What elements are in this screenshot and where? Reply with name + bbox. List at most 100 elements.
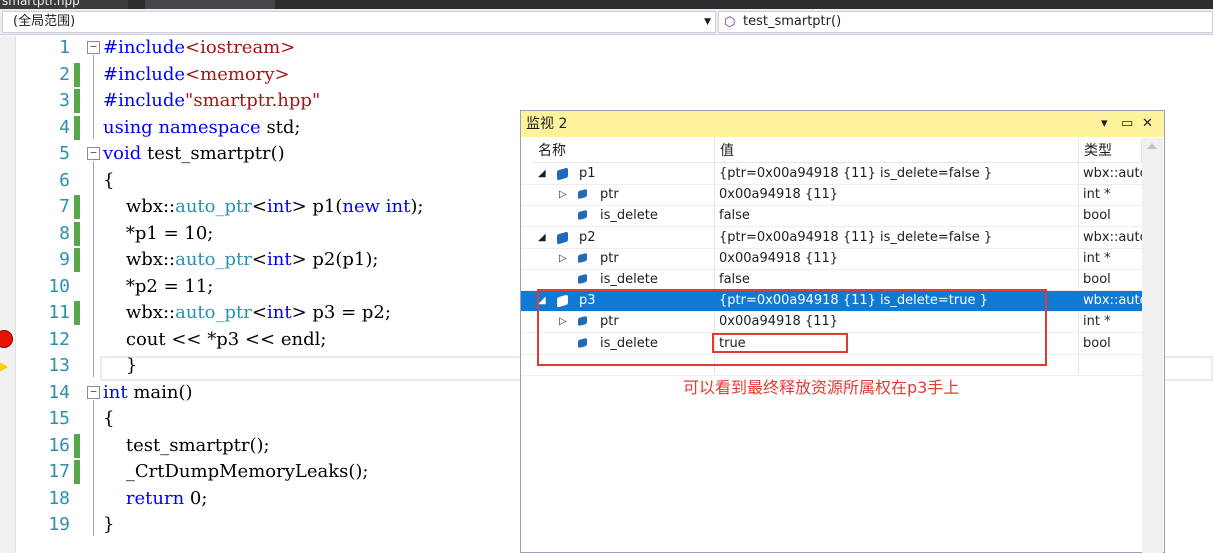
variable-icon (578, 188, 587, 200)
dropdown-icon[interactable]: ▾ (1101, 115, 1108, 133)
line-number: 3 (59, 90, 70, 111)
code-token: *p2 = 11; (103, 275, 214, 297)
code-line[interactable]: { (103, 168, 114, 194)
line-number: 9 (59, 249, 70, 270)
watch-value[interactable]: 0x00a94918 {11} (719, 249, 1074, 270)
watch-window-title-bar[interactable]: 监视 2 ▾ ▭ ✕ (521, 111, 1164, 137)
code-token: int (103, 381, 128, 403)
fold-guide-line (93, 55, 94, 139)
maximize-icon[interactable]: ▭ (1121, 115, 1133, 133)
code-line[interactable]: { (103, 406, 114, 432)
watch-type: bool (1083, 272, 1111, 287)
line-number: 14 (48, 381, 70, 403)
watch-row[interactable]: ◢ p1 {ptr=0x00a94918 {11} is_delete=false … (521, 164, 1142, 185)
column-header-type[interactable]: 类型 (1079, 139, 1142, 163)
watch-value[interactable]: {ptr=0x00a94918 {11} is_delete=false } (719, 164, 1074, 185)
change-marker (74, 460, 80, 484)
fold-toggle-icon[interactable]: − (87, 41, 100, 54)
code-line[interactable]: #include<iostream> (103, 35, 295, 61)
watch-row[interactable]: ◢ p2 {ptr=0x00a94918 {11} is_delete=false … (521, 228, 1142, 249)
line-number: 2 (59, 63, 70, 85)
watch-value[interactable]: {ptr=0x00a94918 {11} is_delete=false } (719, 228, 1074, 249)
code-token: 0; (184, 487, 208, 509)
line-number: 17 (48, 461, 70, 482)
expand-arrow-icon[interactable]: ▷ (559, 185, 567, 205)
variable-icon (578, 210, 587, 221)
watch-row[interactable]: is_delete false bool (521, 206, 1142, 228)
code-token: } (103, 514, 115, 535)
fold-toggle-icon[interactable]: − (87, 385, 100, 399)
change-marker (74, 248, 80, 272)
code-line[interactable]: wbx::auto_ptr<int> p2(p1); (103, 247, 379, 273)
code-line[interactable]: _CrtDumpMemoryLeaks(); (103, 459, 369, 485)
collapse-arrow-icon[interactable]: ◢ (538, 228, 546, 248)
close-icon[interactable]: ✕ (1142, 115, 1153, 133)
code-line[interactable]: #include"smartptr.hpp" (103, 88, 320, 114)
line-number: 19 (48, 514, 70, 535)
indicator-margin[interactable] (0, 36, 16, 553)
watch-type: int * (1083, 187, 1111, 203)
breakpoint-icon[interactable] (0, 330, 13, 348)
code-line[interactable]: cout << *p3 << endl; (103, 327, 327, 353)
line-number: 13 (48, 355, 70, 376)
code-line[interactable]: int main() (103, 380, 193, 406)
code-token: #include (103, 90, 186, 111)
change-marker (74, 62, 80, 87)
code-token: int (266, 249, 292, 270)
column-header-value[interactable]: 值 (715, 139, 1079, 163)
line-number: 1 (59, 37, 70, 58)
code-line[interactable]: #include<memory> (103, 62, 290, 88)
column-header-name[interactable]: 名称 (533, 139, 715, 163)
watch-row[interactable]: is_delete false bool (521, 270, 1142, 291)
code-token: cout << *p3 << endl; (103, 328, 327, 350)
function-dropdown-value: test_smartptr() (743, 14, 842, 29)
change-marker (74, 221, 80, 246)
vertical-scrollbar[interactable] (1142, 138, 1163, 553)
line-number: 8 (59, 222, 70, 244)
watch-row[interactable]: ▷ ptr 0x00a94918 {11} int * (521, 185, 1142, 207)
code-token: *p1 = 10; (103, 222, 214, 244)
expand-arrow-icon[interactable]: ▷ (559, 249, 567, 269)
tab-second[interactable] (145, 0, 275, 9)
scroll-up-icon[interactable] (1147, 143, 1157, 149)
code-token: < (251, 196, 267, 217)
code-token: #include (103, 63, 186, 85)
code-line[interactable]: test_smartptr(); (103, 433, 270, 459)
fold-toggle-icon[interactable]: − (87, 147, 100, 160)
watch-window-title: 监视 2 (526, 116, 568, 132)
line-number: 11 (48, 302, 70, 323)
code-token: main() (127, 381, 193, 403)
code-line[interactable]: } (103, 512, 114, 538)
code-line[interactable]: wbx::auto_ptr<int> p3 = p2; (103, 300, 391, 326)
tab-smartptr-hpp[interactable]: smartptr.hpp (0, 0, 128, 9)
chevron-down-icon: ▼ (704, 17, 711, 27)
code-line[interactable]: return 0; (103, 486, 208, 512)
watch-value[interactable]: 0x00a94918 {11} (719, 185, 1074, 206)
line-number: 16 (48, 434, 70, 456)
watch-type: wbx::auto (1083, 166, 1142, 181)
code-line[interactable]: *p1 = 10; (103, 221, 213, 247)
code-token: _CrtDumpMemoryLeaks(); (103, 461, 369, 482)
watch-value[interactable]: false (719, 270, 1074, 291)
document-tab-strip: smartptr.hpp (0, 0, 1213, 9)
watch-name: ptr (600, 250, 619, 266)
code-token: <iostream> (185, 37, 296, 58)
line-number: 5 (59, 143, 70, 164)
collapse-arrow-icon[interactable]: ◢ (538, 164, 546, 184)
code-token: int (266, 196, 292, 217)
code-line[interactable]: using namespace std; (103, 115, 301, 141)
watch-name: is_delete (600, 272, 658, 287)
variable-icon (557, 231, 568, 245)
watch-value[interactable]: false (719, 206, 1074, 227)
function-dropdown[interactable]: ⬡ test_smartptr() (718, 11, 1213, 33)
code-token: wbx:: (103, 249, 176, 270)
watch-type: wbx::auto (1083, 229, 1142, 245)
code-line[interactable]: *p2 = 11; (103, 274, 213, 300)
annotation-text: 可以看到最终释放资源所属权在p3手上 (683, 378, 960, 397)
scope-dropdown[interactable]: (全局范围) ▼ (2, 11, 716, 33)
code-line[interactable]: void test_smartptr() (103, 141, 285, 167)
method-cube-icon: ⬡ (724, 15, 736, 30)
code-line[interactable]: } (103, 353, 137, 379)
code-line[interactable]: wbx::auto_ptr<int> p1(new int); (103, 194, 424, 220)
watch-row[interactable]: ▷ ptr 0x00a94918 {11} int * (521, 249, 1142, 270)
